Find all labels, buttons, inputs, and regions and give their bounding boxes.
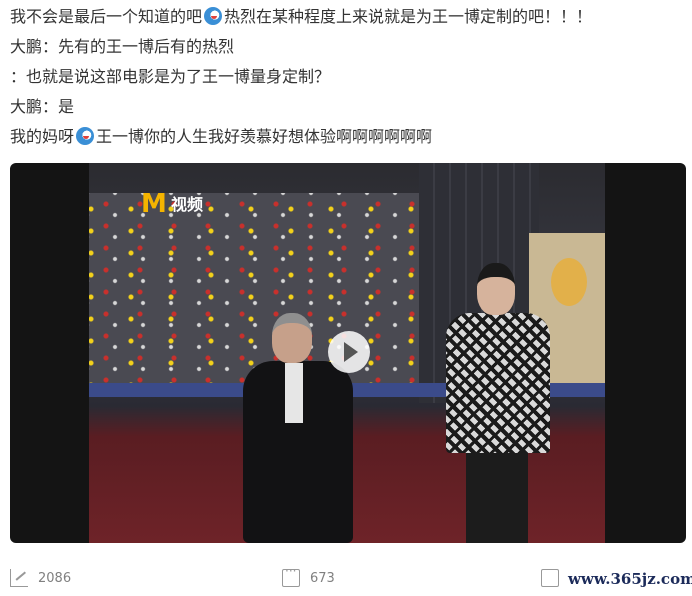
doge-emoji-icon: [204, 7, 223, 25]
post-text: 我不会是最后一个知道的吧 热烈在某种程度上来说就是为王一博定制的吧！！！ 大鹏：先…: [10, 2, 686, 152]
like-button[interactable]: [541, 568, 569, 588]
site-watermark: www.365jz.com: [568, 570, 692, 588]
post-line-1-after: 热烈在某种程度上来说就是为王一博定制的吧！！！: [224, 7, 593, 26]
doge-emoji-icon: [76, 127, 95, 145]
poster-emblem: [551, 258, 587, 306]
post-line-5: 我的妈呀 王一博你的人生我好羡慕好想体验啊啊啊啊啊啊: [10, 122, 686, 152]
comment-icon: [282, 564, 300, 587]
post-line-1-before: 我不会是最后一个知道的吧: [10, 7, 203, 26]
like-icon: [541, 569, 559, 587]
comment-button[interactable]: 673: [282, 564, 335, 588]
repost-icon: [10, 569, 28, 587]
post-line-4: 大鹏：是: [10, 97, 75, 116]
comment-count: 673: [310, 570, 335, 586]
person-right: [444, 263, 554, 543]
video-logo-text: 视频: [171, 195, 204, 214]
post-line-3: ：也就是说这部电影是为了王一博量身定制？: [10, 67, 331, 86]
post-line-5-after: 王一博你的人生我好羡慕好想体验啊啊啊啊啊啊: [96, 127, 433, 146]
video-player[interactable]: M 视频: [10, 163, 686, 543]
post-line-5-before: 我的妈呀: [10, 127, 75, 146]
video-logo-m: M: [141, 189, 167, 219]
repost-count: 2086: [38, 570, 72, 586]
post-line-1: 我不会是最后一个知道的吧 热烈在某种程度上来说就是为王一博定制的吧！！！: [10, 2, 686, 32]
repost-button[interactable]: 2086: [10, 568, 71, 588]
play-icon[interactable]: [328, 331, 370, 373]
post-line-2: 大鹏：先有的王一博后有的热烈: [10, 37, 235, 56]
